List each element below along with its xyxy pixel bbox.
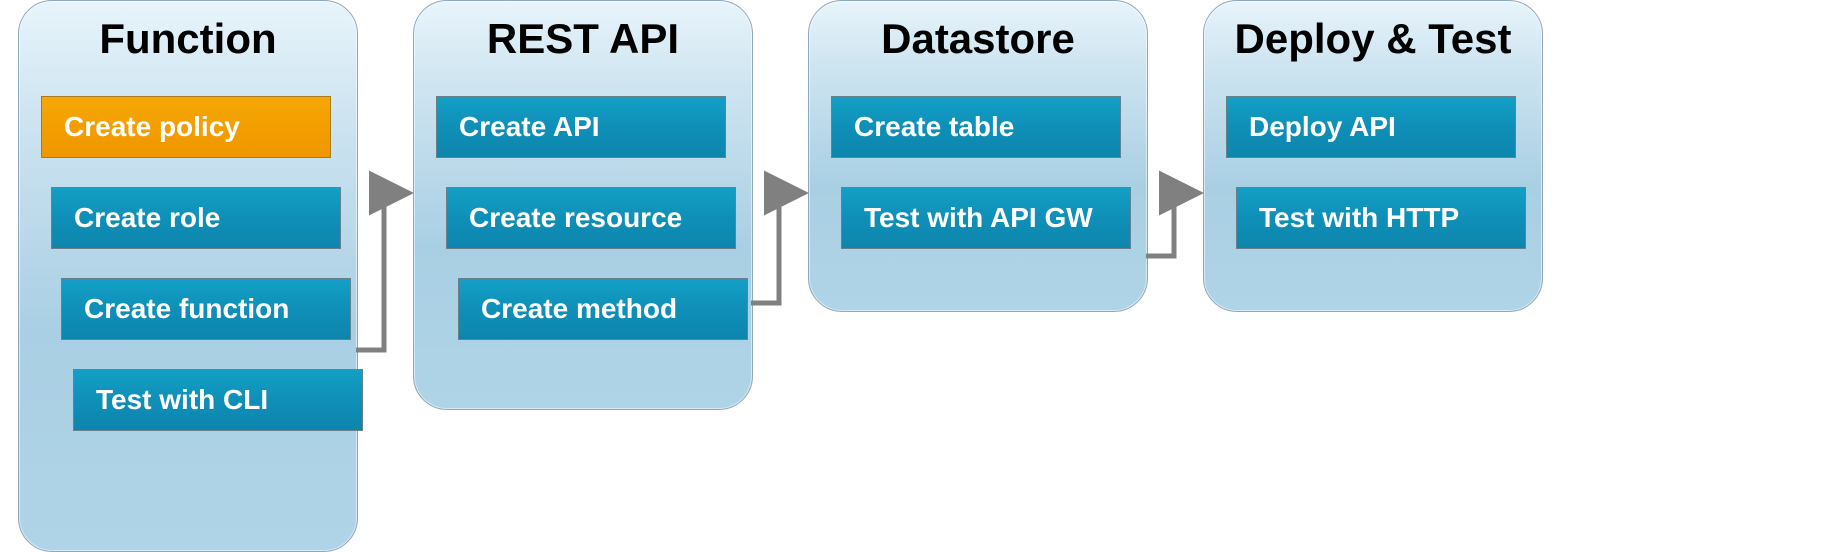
step-label: Deploy API [1249, 111, 1396, 143]
step-label: Test with API GW [864, 202, 1093, 234]
arrow-1 [356, 193, 404, 350]
step-test-api-gw: Test with API GW [841, 187, 1131, 249]
step-deploy-api: Deploy API [1226, 96, 1516, 158]
stage-title: Function [19, 1, 357, 63]
step-create-policy: Create policy [41, 96, 331, 158]
step-create-api: Create API [436, 96, 726, 158]
step-label: Test with CLI [96, 384, 268, 416]
step-test-with-cli: Test with CLI [73, 369, 363, 431]
stage-deploy-test: Deploy & Test Deploy API Test with HTTP [1203, 0, 1543, 312]
step-label: Create API [459, 111, 600, 143]
stage-title: Deploy & Test [1204, 1, 1542, 63]
stage-rest-api: REST API Create API Create resource Crea… [413, 0, 753, 410]
step-create-method: Create method [458, 278, 748, 340]
arrow-3 [1146, 193, 1194, 256]
step-create-role: Create role [51, 187, 341, 249]
step-create-resource: Create resource [446, 187, 736, 249]
step-label: Create method [481, 293, 677, 325]
step-label: Create policy [64, 111, 240, 143]
arrow-2 [751, 193, 799, 303]
stage-title: REST API [414, 1, 752, 63]
step-label: Create resource [469, 202, 682, 234]
step-label: Test with HTTP [1259, 202, 1459, 234]
stage-title: Datastore [809, 1, 1147, 63]
stage-function: Function Create policy Create role Creat… [18, 0, 358, 552]
step-label: Create table [854, 111, 1014, 143]
step-create-function: Create function [61, 278, 351, 340]
step-label: Create function [84, 293, 289, 325]
step-create-table: Create table [831, 96, 1121, 158]
stage-datastore: Datastore Create table Test with API GW [808, 0, 1148, 312]
step-label: Create role [74, 202, 220, 234]
step-test-http: Test with HTTP [1236, 187, 1526, 249]
